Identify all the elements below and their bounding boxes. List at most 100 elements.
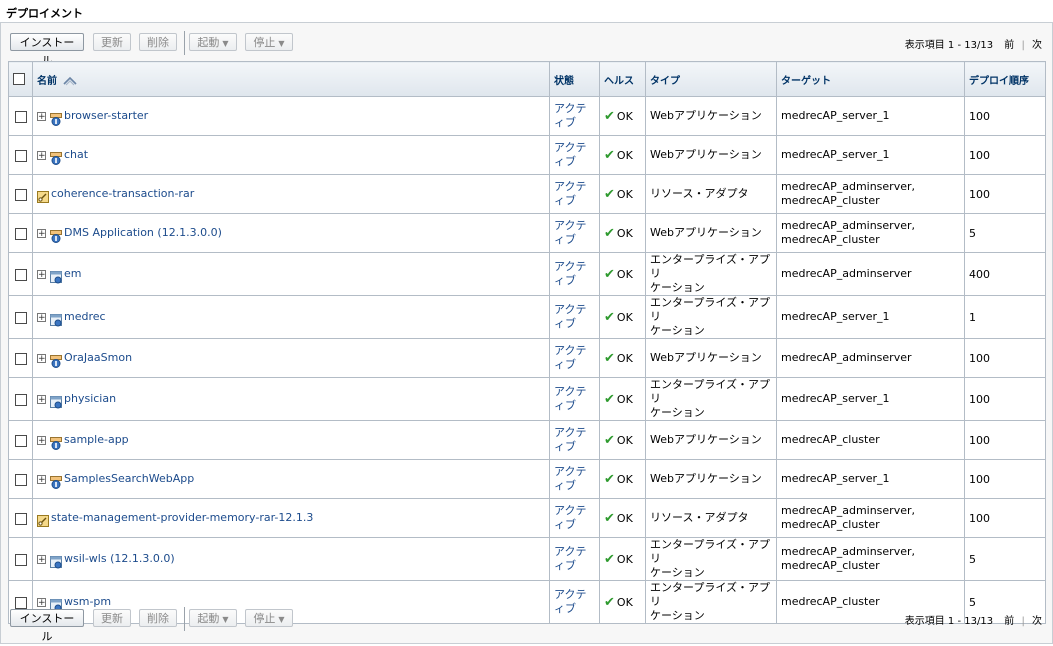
start-dropdown-button[interactable]: 起動 ▼ [189, 609, 237, 627]
column-header-order[interactable]: デプロイ順序 [964, 61, 1046, 97]
deployment-name-link[interactable]: medrec [64, 310, 106, 323]
row-checkbox[interactable] [14, 268, 27, 281]
state-link[interactable]: アクティブ [554, 219, 594, 247]
start-dropdown-button[interactable]: 起動 ▼ [189, 33, 237, 51]
order-value: 100 [969, 109, 990, 123]
deployment-name-link[interactable]: em [64, 267, 81, 280]
column-state-label: 状態 [554, 75, 574, 87]
deployment-name-link[interactable]: coherence-transaction-rar [51, 187, 194, 200]
expand-icon[interactable]: + [37, 312, 46, 322]
deployment-name-link[interactable]: SamplesSearchWebApp [64, 472, 194, 485]
expand-icon[interactable]: + [37, 597, 46, 607]
expand-icon[interactable]: + [37, 269, 46, 279]
pager-divider: | [1021, 616, 1025, 627]
type-value: Webアプリケーション [650, 433, 762, 446]
row-checkbox[interactable] [14, 473, 27, 486]
deployment-name-link[interactable]: browser-starter [64, 109, 148, 122]
prev-page-link[interactable]: 前 [1004, 40, 1014, 51]
name-cell: + sample-app [32, 420, 550, 460]
next-page-link[interactable]: 次 [1032, 616, 1042, 627]
order-cell: 100 [964, 420, 1046, 460]
install-button[interactable]: インストール [10, 33, 84, 67]
name-cell: + DMS Application (12.1.3.0.0) [32, 213, 550, 253]
table-row[interactable]: + physician アクティブ ✔ OK エンタープライズ・アプリ ケーション … [8, 377, 1046, 421]
table-row[interactable]: + em アクティブ ✔ OK エンタープライズ・アプリ ケーション medrecA… [8, 252, 1046, 296]
target-cell: medrecAP_server_1 [776, 135, 965, 175]
state-link[interactable]: アクティブ [554, 465, 594, 493]
column-header-type[interactable]: タイプ [645, 61, 777, 97]
deployment-name-link[interactable]: wsm-pm [64, 595, 111, 608]
state-link[interactable]: アクティブ [554, 260, 594, 288]
deployment-name-link[interactable]: wsil-wls (12.1.3.0.0) [64, 552, 175, 565]
row-checkbox[interactable] [14, 311, 27, 324]
expand-icon[interactable]: + [37, 228, 46, 238]
order-value: 100 [969, 511, 990, 525]
type-cell: リソース・アダプタ [645, 174, 777, 214]
table-row[interactable]: + SamplesSearchWebApp アクティブ ✔ OK Webアプリケーシ… [8, 459, 1046, 499]
deployment-name-link[interactable]: OraJaaSmon [64, 351, 132, 364]
prev-page-link[interactable]: 前 [1004, 616, 1014, 627]
row-checkbox[interactable] [14, 512, 27, 525]
row-checkbox[interactable] [14, 149, 27, 162]
row-select-cell [8, 295, 33, 339]
expand-icon[interactable]: + [37, 435, 46, 445]
state-link[interactable]: アクティブ [554, 545, 594, 573]
type-value: リソース・アダプタ [650, 187, 749, 200]
expand-icon[interactable]: + [37, 111, 46, 121]
target-value: medrecAP_adminserver [781, 267, 912, 280]
state-link[interactable]: アクティブ [554, 426, 594, 454]
column-header-state[interactable]: 状態 [549, 61, 600, 97]
type-value: エンタープライズ・アプリ ケーション [650, 538, 771, 579]
state-link[interactable]: アクティブ [554, 141, 594, 169]
row-checkbox[interactable] [14, 596, 27, 609]
state-link[interactable]: アクティブ [554, 344, 594, 372]
chevron-down-icon: ▼ [222, 39, 229, 48]
next-page-link[interactable]: 次 [1032, 40, 1042, 51]
expand-icon[interactable]: + [37, 353, 46, 363]
select-all-checkbox[interactable] [13, 73, 25, 85]
row-checkbox[interactable] [14, 434, 27, 447]
table-row[interactable]: + DMS Application (12.1.3.0.0) アクティブ ✔ OK … [8, 213, 1046, 253]
table-row[interactable]: + chat アクティブ ✔ OK Webアプリケーション medrecAP_ser… [8, 135, 1046, 175]
sort-ascending-icon[interactable] [63, 76, 78, 86]
stop-dropdown-button[interactable]: 停止 ▼ [245, 33, 293, 51]
table-row[interactable]: coherence-transaction-rar アクティブ ✔ OK リソース… [8, 174, 1046, 214]
update-button[interactable]: 更新 [93, 33, 131, 51]
table-row[interactable]: + OraJaaSmon アクティブ ✔ OK Webアプリケーション medrec… [8, 338, 1046, 378]
column-health-label: ヘルス [604, 75, 634, 87]
table-row[interactable]: + sample-app アクティブ ✔ OK Webアプリケーション medrec… [8, 420, 1046, 460]
expand-icon[interactable]: + [37, 474, 46, 484]
row-checkbox[interactable] [14, 188, 27, 201]
deployment-name-link[interactable]: DMS Application (12.1.3.0.0) [64, 226, 222, 239]
state-link[interactable]: アクティブ [554, 504, 594, 532]
deployment-name-link[interactable]: physician [64, 392, 116, 405]
column-header-target[interactable]: ターゲット [776, 61, 965, 97]
row-checkbox[interactable] [14, 553, 27, 566]
table-row[interactable]: + medrec アクティブ ✔ OK エンタープライズ・アプリ ケーション med… [8, 295, 1046, 339]
expand-icon[interactable]: + [37, 394, 46, 404]
expand-icon[interactable]: + [37, 554, 46, 564]
row-checkbox[interactable] [14, 352, 27, 365]
delete-button[interactable]: 削除 [139, 609, 177, 627]
delete-button[interactable]: 削除 [139, 33, 177, 51]
state-link[interactable]: アクティブ [554, 102, 594, 130]
deployment-name-link[interactable]: chat [64, 148, 88, 161]
column-header-name[interactable]: 名前 [32, 61, 550, 97]
state-link[interactable]: アクティブ [554, 385, 594, 413]
deployment-name-link[interactable]: state-management-provider-memory-rar-12.… [51, 511, 313, 524]
deployment-name-link[interactable]: sample-app [64, 433, 129, 446]
row-checkbox[interactable] [14, 227, 27, 240]
install-button[interactable]: インストール [10, 609, 84, 643]
expand-icon[interactable]: + [37, 150, 46, 160]
row-checkbox[interactable] [14, 393, 27, 406]
state-link[interactable]: アクティブ [554, 303, 594, 331]
stop-dropdown-button[interactable]: 停止 ▼ [245, 609, 293, 627]
table-row[interactable]: + wsil-wls (12.1.3.0.0) アクティブ ✔ OK エンタープライ… [8, 537, 1046, 581]
table-row[interactable]: state-management-provider-memory-rar-12.… [8, 498, 1046, 538]
state-link[interactable]: アクティブ [554, 180, 594, 208]
table-row[interactable]: + browser-starter アクティブ ✔ OK Webアプリケーション m… [8, 96, 1046, 136]
row-checkbox[interactable] [14, 110, 27, 123]
column-header-health[interactable]: ヘルス [599, 61, 646, 97]
update-button[interactable]: 更新 [93, 609, 131, 627]
ok-check-icon: ✔ [604, 391, 615, 407]
